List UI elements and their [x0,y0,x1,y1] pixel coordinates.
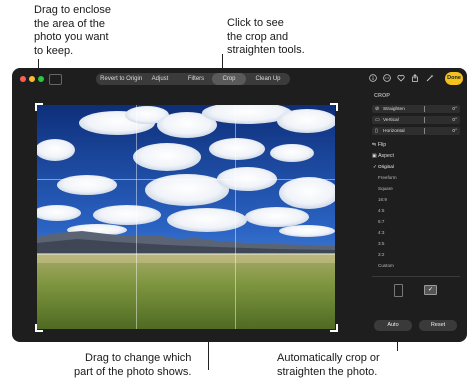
aspect-option-custom[interactable]: Custom [378,263,394,268]
aspect-option-freeform[interactable]: Freeform [378,175,397,180]
callout-crop-drag: Drag to enclose the area of the photo yo… [34,4,112,57]
sidebar-toggle-icon[interactable] [49,74,62,85]
landscape-photo [37,105,335,329]
aspect-icon: ▣ [372,153,377,159]
callout-photo-drag: Drag to change which part of the photo s… [74,352,192,378]
slider-tick [424,128,425,134]
slider-value: 0° [452,128,457,134]
vertical-slider[interactable]: ▭ Vertical 0° [372,116,460,124]
landscape-orientation-icon[interactable]: ✓ [424,285,437,295]
horizontal-icon: ▯ [375,128,378,134]
tab-adjust[interactable]: Adjust [142,73,178,85]
slider-label: Vertical [383,117,399,123]
magic-wand-icon[interactable] [426,74,434,82]
slider-tick [424,106,425,112]
leader-line-bottom-left [208,340,209,370]
zoom-button[interactable] [38,76,44,82]
portrait-orientation-icon[interactable] [394,284,403,297]
photo-crop-canvas[interactable] [37,105,335,329]
flip-label: Flip [377,142,387,148]
crop-panel: CROP ⊘ Straighten 0° ▭ Vertical 0° ▯ Hor… [364,88,467,342]
aspect-option-3-5[interactable]: 3:5 [378,241,384,246]
slider-value: 0° [452,117,457,123]
favorite-icon[interactable] [397,74,405,82]
flip-button[interactable]: ⇋ Flip [372,142,386,148]
share-icon[interactable] [411,74,419,82]
reset-button[interactable]: Reset [419,320,457,331]
slider-label: Horizontal [383,128,405,134]
straighten-icon: ⊘ [375,106,380,112]
callout-crop-tools: Click to see the crop and straighten too… [227,17,305,56]
aspect-label: Aspect [378,153,394,159]
tab-crop[interactable]: Crop [212,73,246,85]
crop-handle-bottom-left[interactable] [35,324,43,332]
callout-auto: Automatically crop or straighten the pho… [277,352,380,378]
aspect-option-5-7[interactable]: 5:7 [378,219,384,224]
straighten-slider[interactable]: ⊘ Straighten 0° [372,105,460,113]
slider-label: Straighten [383,106,405,112]
crop-handle-bottom-right[interactable] [330,324,338,332]
crop-handle-top-left[interactable] [35,103,43,111]
crop-handle-top-right[interactable] [330,103,338,111]
aspect-option-square[interactable]: Square [378,186,393,191]
crop-grid-line [235,105,236,329]
crop-grid-line [37,254,335,255]
close-button[interactable] [20,76,26,82]
aspect-option-16-9[interactable]: 16:9 [378,197,387,202]
auto-button[interactable]: Auto [374,320,412,331]
minimize-button[interactable] [29,76,35,82]
slider-value: 0° [452,106,457,112]
aspect-option-3-2[interactable]: 3:2 [378,252,384,257]
aspect-option-original[interactable]: Original [378,164,394,169]
slider-tick [424,117,425,123]
vertical-icon: ▭ [375,117,380,123]
horizontal-slider[interactable]: ▯ Horizontal 0° [372,127,460,135]
tab-clean-up[interactable]: Clean Up [248,73,288,85]
info-icon[interactable] [369,74,377,82]
crop-grid-line [37,179,335,180]
crop-grid-line [136,105,137,329]
aspect-option-4-5[interactable]: 4:5 [378,208,384,213]
more-icon[interactable] [383,74,391,82]
panel-title: CROP [374,93,390,99]
flip-icon: ⇋ [372,142,377,148]
aspect-option-4-3[interactable]: 4:3 [378,230,384,235]
checkmark-icon: ✓ [373,164,377,169]
panel-divider [372,276,460,277]
done-button[interactable]: Done [445,72,463,85]
photos-edit-window: Revert to Original Adjust Filters Crop C… [12,68,467,342]
tab-filters[interactable]: Filters [178,73,214,85]
aspect-header: ▣ Aspect [372,153,394,159]
